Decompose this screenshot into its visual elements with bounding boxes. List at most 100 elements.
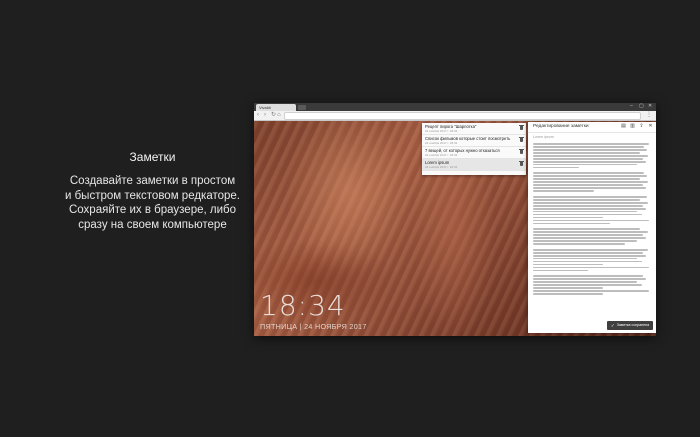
text-line xyxy=(533,154,648,157)
window-controls: – ▢ ✕ xyxy=(630,104,653,109)
text-line xyxy=(533,160,646,163)
text-line xyxy=(533,213,643,216)
export-icon[interactable]: ⇪ xyxy=(639,124,644,129)
close-window-icon[interactable]: ✕ xyxy=(648,104,653,109)
text-line xyxy=(533,263,603,266)
text-paragraph xyxy=(533,275,649,295)
note-date: 24 ноября 2017 г. 18:34 xyxy=(425,153,458,157)
maximize-icon[interactable]: ▢ xyxy=(639,104,644,109)
text-line xyxy=(533,201,648,204)
browser-window: Vivaldi – ▢ ✕ ‹ › ↻ ⌂ ⋮ 18:34 ПЯТНИЦА | … xyxy=(254,103,656,336)
editor-header: Редактирование заметки ▤ ▥ ⇪ ✕ xyxy=(528,122,656,133)
promo-block: Заметки Создавайте заметки в простом и б… xyxy=(60,150,245,232)
text-line xyxy=(533,145,645,148)
note-date: 24 ноября 2017 г. 18:34 xyxy=(425,141,458,145)
text-line xyxy=(533,157,644,160)
text-line xyxy=(533,143,649,145)
check-icon: ✓ xyxy=(610,323,615,328)
text-line xyxy=(533,275,644,278)
save-file-icon[interactable]: ▤ xyxy=(621,124,626,129)
note-date: 24 ноября 2017 г. 18:34 xyxy=(425,129,458,133)
note-list-item[interactable]: Список фильмов которые стоит посмотреть … xyxy=(422,135,526,147)
text-line xyxy=(533,219,649,222)
promo-line: Создавайте заметки в простом xyxy=(69,175,236,187)
text-line xyxy=(533,166,580,169)
text-line xyxy=(533,198,640,201)
promo-description: Создавайте заметки в простом и быстром т… xyxy=(60,174,245,232)
browser-tab[interactable]: Vivaldi xyxy=(256,104,296,111)
text-line xyxy=(533,248,648,251)
text-line xyxy=(533,178,640,181)
new-tab-button[interactable] xyxy=(298,105,306,110)
note-list-item-active[interactable]: Lorem ipsum 24 ноября 2017 г. 18:34 xyxy=(422,159,526,171)
new-tab-page: 18:34 ПЯТНИЦА | 24 НОЯБРЯ 2017 Рецепт пи… xyxy=(254,121,656,336)
saved-status-button[interactable]: ✓ Заметка сохранена xyxy=(607,321,653,330)
saved-status-label: Заметка сохранена xyxy=(616,323,650,327)
text-line xyxy=(533,181,648,184)
text-line xyxy=(533,172,645,175)
clock-date: ПЯТНИЦА | 24 НОЯБРЯ 2017 xyxy=(260,322,367,331)
text-line xyxy=(533,284,643,286)
editor-toolbar: ▤ ▥ ⇪ ✕ xyxy=(621,124,653,129)
trash-icon[interactable] xyxy=(519,161,524,166)
text-line xyxy=(533,151,640,154)
text-line xyxy=(533,175,647,178)
browser-toolbar: ‹ › ↻ ⌂ ⋮ xyxy=(254,111,656,121)
note-text xyxy=(533,143,649,295)
clock-time: 18:34 xyxy=(260,289,346,322)
text-line xyxy=(533,243,625,245)
text-line xyxy=(533,195,647,198)
text-line xyxy=(533,266,649,269)
promo-line: сразу на своем компьютере xyxy=(78,218,227,231)
text-paragraph xyxy=(533,143,649,169)
text-line xyxy=(533,148,647,151)
delete-icon[interactable]: ▥ xyxy=(630,124,635,129)
note-heading: Lorem ipsum xyxy=(533,135,554,139)
text-line xyxy=(533,228,640,231)
menu-icon[interactable]: ⋮ xyxy=(646,112,652,118)
text-paragraph xyxy=(533,248,649,272)
text-line xyxy=(533,293,603,295)
editor-title: Редактирование заметки xyxy=(533,124,589,129)
text-line xyxy=(533,187,646,189)
text-line xyxy=(533,290,649,292)
text-line xyxy=(533,234,644,236)
text-line xyxy=(533,184,644,186)
tab-bar: Vivaldi – ▢ ✕ xyxy=(254,103,656,111)
text-paragraph xyxy=(533,172,649,192)
trash-icon[interactable] xyxy=(519,149,524,154)
back-icon[interactable]: ‹ xyxy=(257,112,263,118)
minimize-icon[interactable]: – xyxy=(630,104,635,109)
note-editor-panel: Редактирование заметки ▤ ▥ ⇪ ✕ Lorem ips… xyxy=(528,122,656,333)
text-line xyxy=(533,240,638,242)
editor-textarea[interactable]: Lorem ipsum xyxy=(533,135,649,315)
text-line xyxy=(533,257,638,260)
text-line xyxy=(533,281,638,283)
address-bar[interactable] xyxy=(284,112,641,120)
text-paragraph xyxy=(533,195,649,225)
trash-icon[interactable] xyxy=(519,137,524,142)
note-list-item[interactable]: 7 вещей, от которых нужно отказаться 24 … xyxy=(422,147,526,159)
note-list-item[interactable]: Рецепт пирога "Шарлотка" 24 ноября 2017 … xyxy=(422,123,526,135)
text-line xyxy=(533,210,638,213)
text-line xyxy=(533,237,646,239)
close-icon[interactable]: ✕ xyxy=(648,124,653,129)
trash-icon[interactable] xyxy=(519,125,524,130)
text-paragraph xyxy=(533,228,649,245)
promo-title: Заметки xyxy=(129,150,176,164)
text-line xyxy=(533,287,603,289)
text-line xyxy=(533,251,644,254)
promo-line: Сохраяйте их в браузере, либо xyxy=(68,204,236,216)
text-line xyxy=(533,216,603,219)
text-line xyxy=(533,254,646,257)
promo-line: и быстром текстовом редкаторе. xyxy=(64,189,241,202)
forward-icon[interactable]: › xyxy=(264,112,270,118)
text-line xyxy=(533,231,648,233)
text-line xyxy=(533,222,610,225)
text-line xyxy=(533,260,643,263)
notes-list: Рецепт пирога "Шарлотка" 24 ноября 2017 … xyxy=(422,123,526,175)
text-line xyxy=(533,190,595,192)
text-line xyxy=(533,269,588,272)
home-icon[interactable]: ⌂ xyxy=(277,112,283,118)
note-date: 24 ноября 2017 г. 18:34 xyxy=(425,165,458,169)
